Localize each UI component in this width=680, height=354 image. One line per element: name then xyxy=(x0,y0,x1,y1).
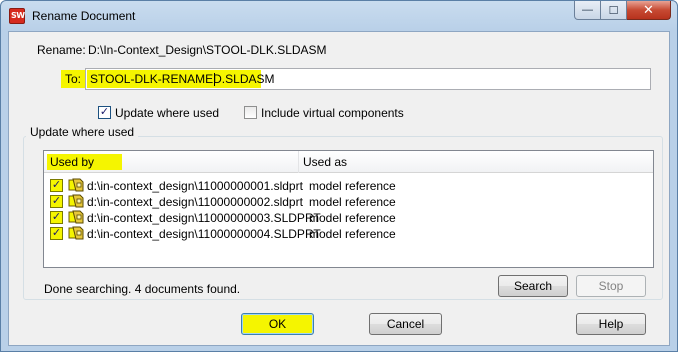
row-file-path: d:\in-context_design\11000000004.SLDPRT xyxy=(87,227,321,241)
search-button[interactable]: Search xyxy=(498,275,568,297)
part-document-icon xyxy=(68,226,84,240)
list-item[interactable]: ✓ d:\in-context_design\11000000002.sldpr… xyxy=(44,194,653,210)
row-checkbox[interactable]: ✓ xyxy=(50,211,63,224)
rename-source-path: D:\In-Context_Design\STOOL-DLK.SLDASM xyxy=(88,43,327,57)
row-used-as: model reference xyxy=(309,211,396,225)
text-caret xyxy=(214,73,215,86)
solidworks-app-icon: SW xyxy=(9,8,25,24)
list-item[interactable]: ✓ d:\in-context_design\11000000004.SLDPR… xyxy=(44,226,653,242)
include-virtual-components-label: Include virtual components xyxy=(261,106,404,120)
group-title: Update where used xyxy=(26,125,139,139)
list-item[interactable]: ✓ d:\in-context_design\11000000003.SLDPR… xyxy=(44,210,653,226)
ok-button-label: OK xyxy=(268,317,287,331)
row-checkbox[interactable]: ✓ xyxy=(50,195,63,208)
column-header-used-as[interactable]: Used as xyxy=(303,155,347,169)
row-used-as: model reference xyxy=(309,179,396,193)
window-controls: — ☐ ✕ xyxy=(574,1,671,20)
ok-button[interactable]: OK xyxy=(241,313,314,335)
help-button[interactable]: Help xyxy=(576,313,646,335)
new-name-value: STOOL-DLK-RENAMED.SLDASM xyxy=(87,70,274,88)
part-document-icon xyxy=(68,210,84,224)
row-used-as: model reference xyxy=(309,227,396,241)
new-name-input[interactable]: STOOL-DLK-RENAMED.SLDASM xyxy=(85,68,651,90)
part-document-icon xyxy=(68,194,84,208)
to-label: To: xyxy=(61,70,88,88)
title-bar[interactable]: SW Rename Document — ☐ ✕ xyxy=(1,1,677,31)
row-used-as: model reference xyxy=(309,195,396,209)
row-checkbox[interactable]: ✓ xyxy=(50,227,63,240)
row-checkbox[interactable]: ✓ xyxy=(50,179,63,192)
maximize-button[interactable]: ☐ xyxy=(601,1,627,20)
list-header: Used by Used as xyxy=(44,151,653,173)
row-file-path: d:\in-context_design\11000000001.sldprt xyxy=(87,179,303,193)
dialog-body: Rename: D:\In-Context_Design\STOOL-DLK.S… xyxy=(8,31,670,346)
rename-label: Rename: xyxy=(37,43,86,57)
row-file-path: d:\in-context_design\11000000002.sldprt xyxy=(87,195,303,209)
update-where-used-checkbox[interactable]: ✓ xyxy=(98,106,111,119)
references-list[interactable]: Used by Used as ✓ d:\in-context_design\1… xyxy=(43,150,654,268)
close-button[interactable]: ✕ xyxy=(627,1,671,20)
row-file-path: d:\in-context_design\11000000003.SLDPRT xyxy=(87,211,321,225)
window-title: Rename Document xyxy=(32,9,136,23)
rename-document-dialog: SW Rename Document — ☐ ✕ Rename: D:\In-C… xyxy=(0,0,678,352)
column-header-used-by-label: Used by xyxy=(47,154,123,170)
part-document-icon xyxy=(68,178,84,192)
update-where-used-label: Update where used xyxy=(115,106,220,120)
include-virtual-components-checkbox[interactable] xyxy=(244,106,257,119)
search-status-text: Done searching. 4 documents found. xyxy=(44,282,241,296)
stop-button[interactable]: Stop xyxy=(576,275,646,297)
cancel-button[interactable]: Cancel xyxy=(369,313,442,335)
list-item[interactable]: ✓ d:\in-context_design\11000000001.sldpr… xyxy=(44,178,653,194)
column-header-used-by[interactable]: Used by xyxy=(44,151,299,173)
minimize-button[interactable]: — xyxy=(574,1,601,20)
